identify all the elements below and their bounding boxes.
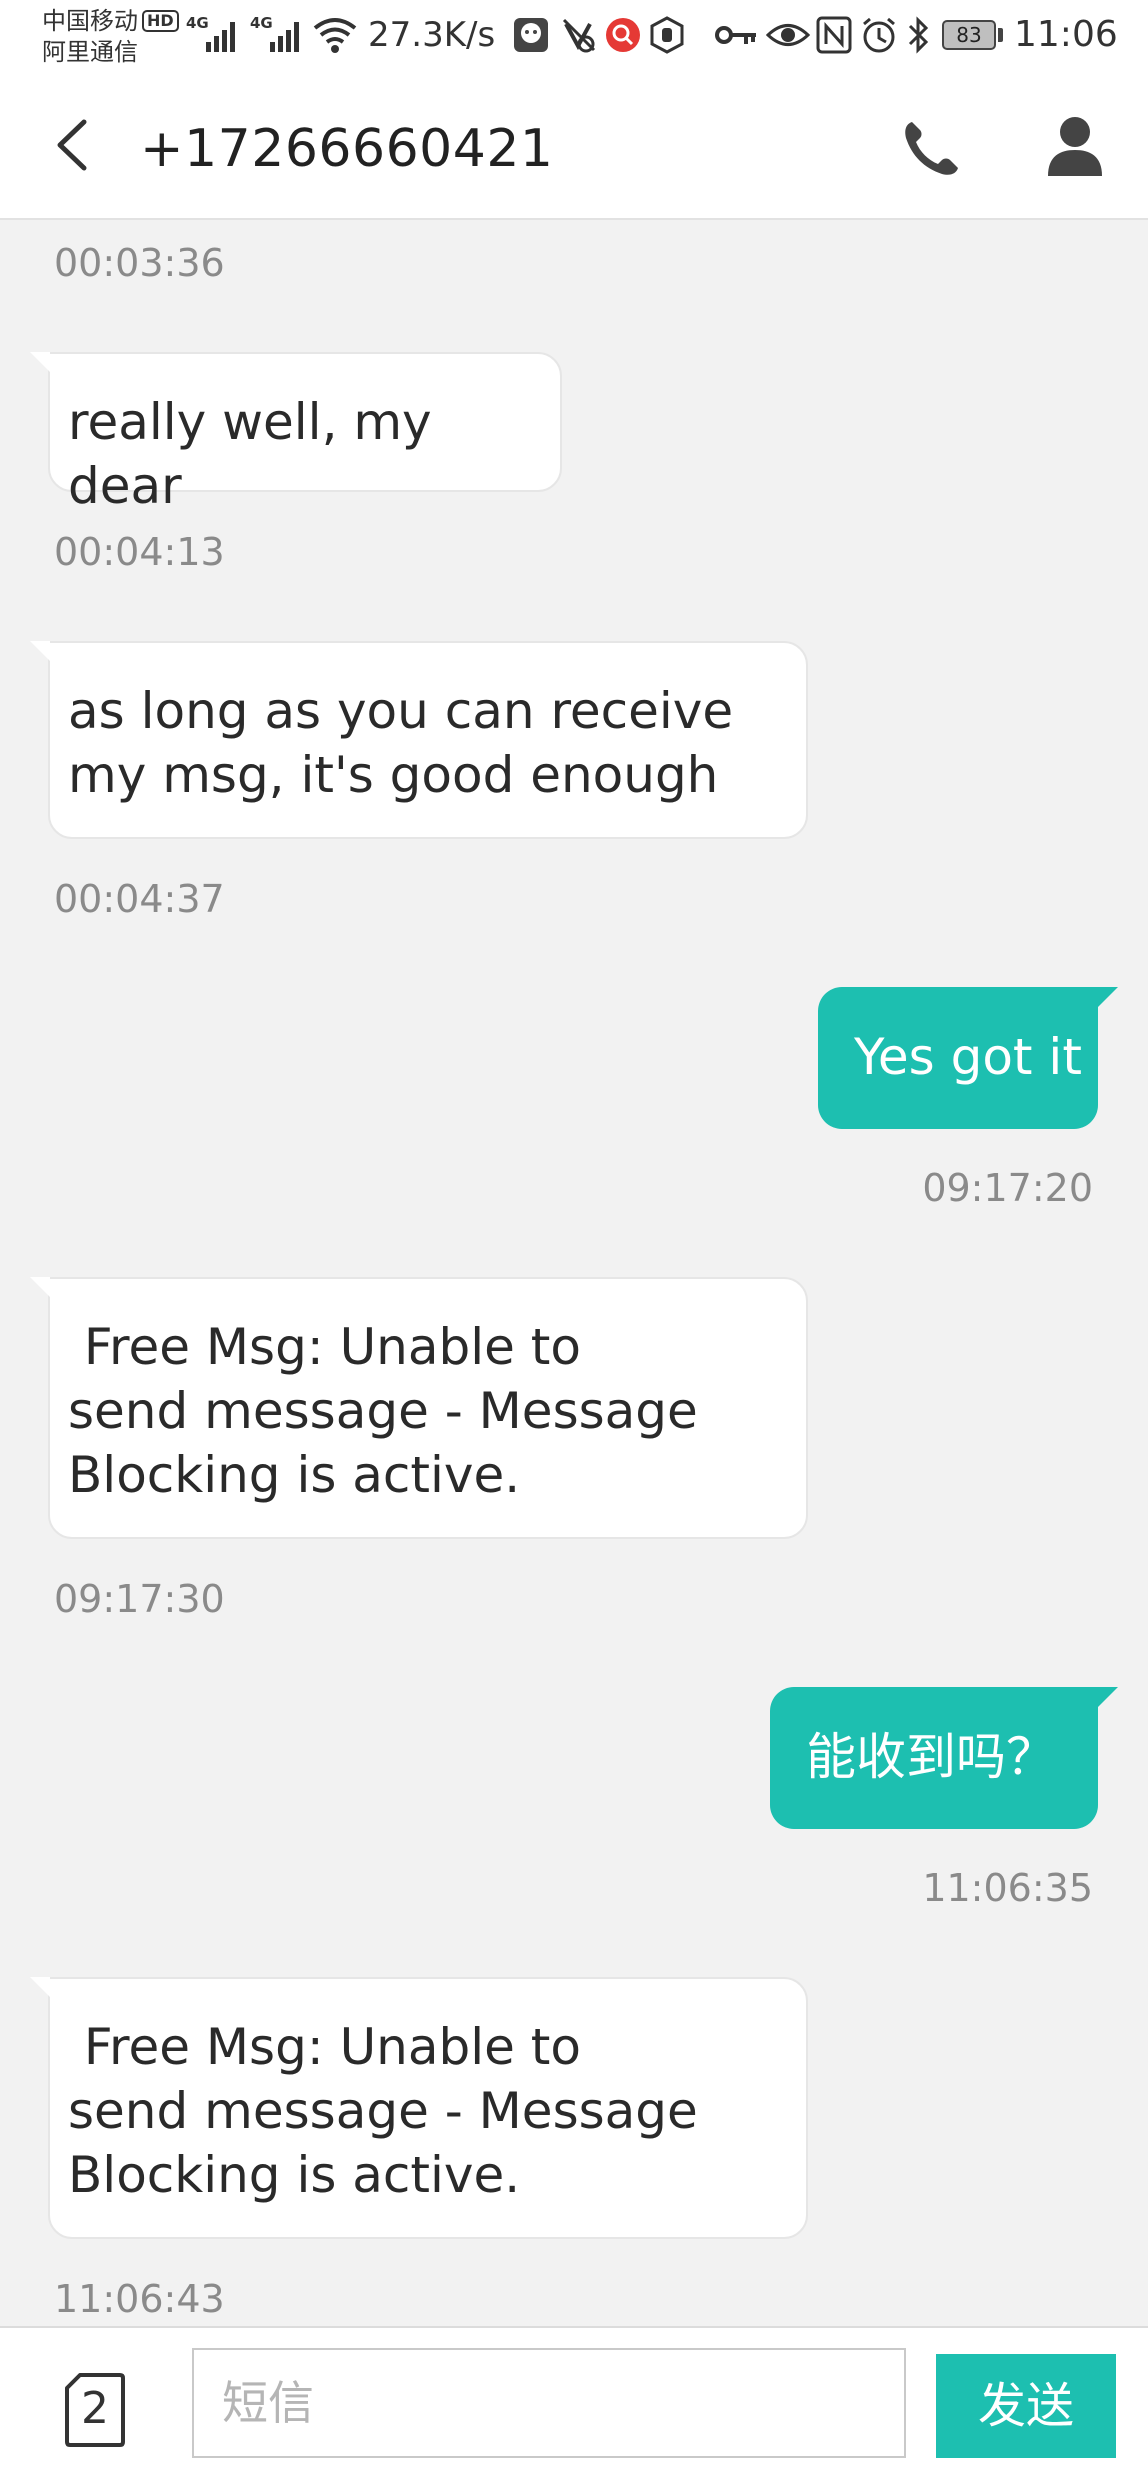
message-composer: 2 发送 xyxy=(0,2326,1148,2480)
key-icon xyxy=(715,26,756,44)
cellular-signal-icon: 4G xyxy=(186,14,242,52)
message-text: really well, my dear xyxy=(68,393,448,515)
search-app-icon xyxy=(606,18,640,52)
message-timestamp: 11:06:43 xyxy=(54,2277,225,2321)
phone-icon xyxy=(905,122,958,175)
cellular-signal-icon: 4G xyxy=(250,14,306,52)
signal-bar xyxy=(294,22,299,52)
incoming-message-bubble[interactable]: really well, my dear xyxy=(30,352,562,515)
outgoing-message-bubble[interactable]: Yes got it xyxy=(818,987,1118,1129)
nfc-icon xyxy=(816,16,852,54)
incoming-message-bubble[interactable]: Free Msg: Unable to send message - Messa… xyxy=(30,1277,808,1539)
network-speed: 27.3K/s xyxy=(368,15,496,55)
signal-bar xyxy=(286,30,291,52)
signal-bar xyxy=(270,42,275,52)
network-type-label: 4G xyxy=(250,14,273,32)
signal-bar xyxy=(278,36,283,52)
signal-bar xyxy=(230,22,235,52)
alarm-icon xyxy=(863,17,895,53)
message-timestamp: 09:17:30 xyxy=(54,1577,225,1621)
chat-app-icon xyxy=(514,18,548,52)
person-icon xyxy=(1048,117,1102,176)
send-button[interactable]: 发送 xyxy=(936,2354,1116,2458)
bluetooth-icon xyxy=(908,16,929,54)
conversation-header: +17266660421 xyxy=(0,80,1148,220)
outgoing-message-bubble[interactable]: 能收到吗？ xyxy=(770,1687,1118,1829)
sim-select-button[interactable]: 2 xyxy=(64,2372,126,2448)
sim-slot-number: 2 xyxy=(81,2383,109,2434)
message-text: Free Msg: Unable to send message - Messa… xyxy=(68,2018,698,2204)
message-text: as long as you can receive my msg, it's … xyxy=(68,682,734,804)
message-input[interactable] xyxy=(192,2348,906,2458)
incoming-message-bubble[interactable]: as long as you can receive my msg, it's … xyxy=(30,641,808,839)
battery-tip xyxy=(998,28,1003,42)
carrier-names: 中国移动 阿里通信 xyxy=(42,6,138,68)
back-button[interactable] xyxy=(40,110,110,180)
network-type-label: 4G xyxy=(186,14,209,32)
status-bar: 中国移动 阿里通信 HD 4G 4G 27.3K/s 83 11:06 xyxy=(0,0,1148,80)
battery-level: 83 xyxy=(956,23,982,47)
contact-phone-number: +17266660421 xyxy=(140,119,554,179)
wifi-icon xyxy=(313,18,357,53)
signal-bar xyxy=(206,42,211,52)
signal-bar xyxy=(222,30,227,52)
message-timestamp: 00:04:13 xyxy=(54,530,225,574)
carrier-secondary: 阿里通信 xyxy=(42,38,138,66)
eye-icon xyxy=(766,24,810,46)
status-time: 11:06 xyxy=(1014,14,1118,55)
mute-icon xyxy=(562,18,596,53)
carrier-primary: 中国移动 xyxy=(42,7,138,35)
signal-bar xyxy=(214,36,219,52)
message-text: Yes got it xyxy=(854,1028,1082,1086)
shield-hand-icon xyxy=(650,16,684,54)
incoming-message-bubble[interactable]: Free Msg: Unable to send message - Messa… xyxy=(30,1977,808,2239)
hd-badge: HD xyxy=(142,10,179,32)
message-text: Free Msg: Unable to send message - Messa… xyxy=(68,1318,698,1504)
call-button[interactable] xyxy=(896,114,966,184)
message-timestamp: 09:17:20 xyxy=(922,1166,1093,1210)
message-timestamp: 00:03:36 xyxy=(54,241,225,285)
battery-indicator: 83 xyxy=(942,20,996,50)
message-timestamp: 00:04:37 xyxy=(54,877,225,921)
message-text: 能收到吗？ xyxy=(806,1728,1056,1786)
chevron-left-icon xyxy=(57,119,87,171)
message-timestamp: 11:06:35 xyxy=(922,1866,1093,1910)
contact-details-button[interactable] xyxy=(1040,110,1110,180)
